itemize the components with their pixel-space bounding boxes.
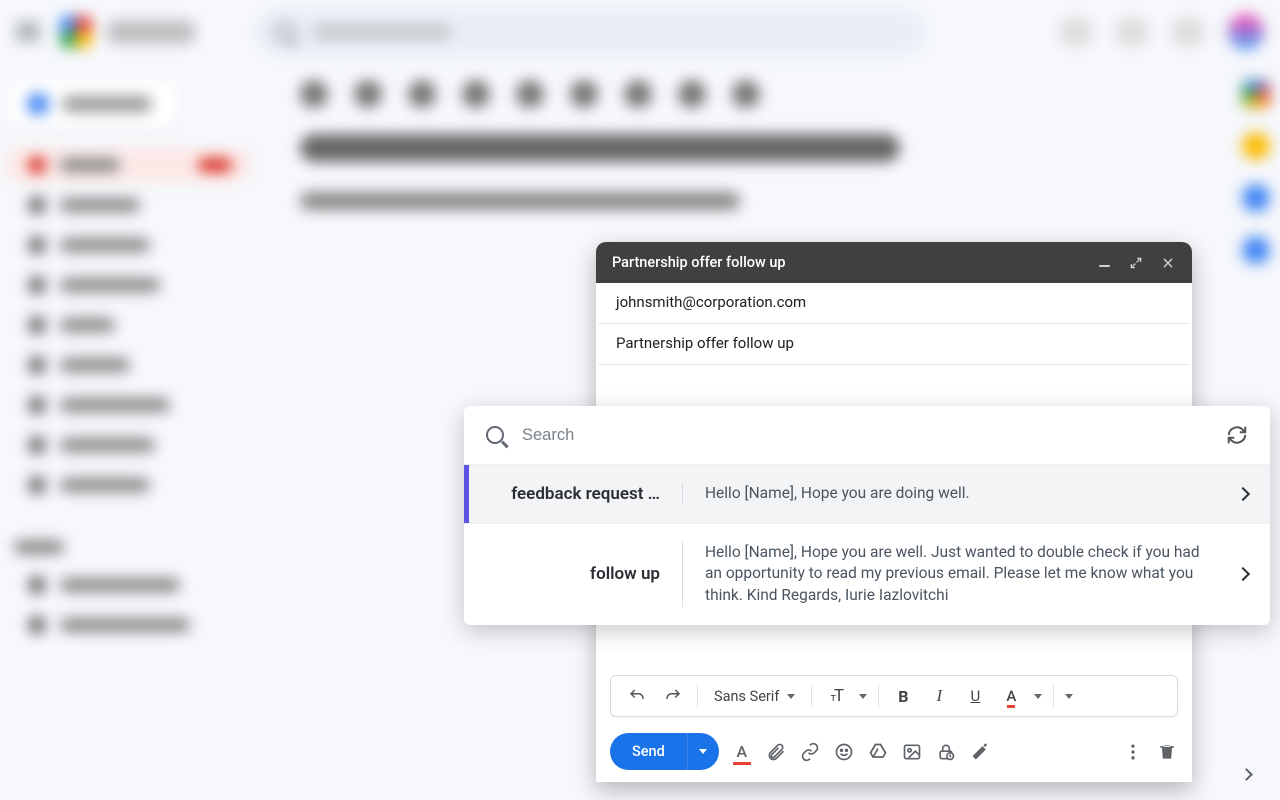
font-label: Sans Serif [714,688,779,705]
topbar [0,0,1280,64]
more-options-icon[interactable] [1122,741,1144,763]
avatar [1228,14,1264,50]
subject-field[interactable]: Partnership offer follow up [598,324,1190,365]
template-panel: feedback request … Hello [Name], Hope yo… [464,406,1270,625]
text-color-caret[interactable] [1031,681,1045,711]
sidebar [0,72,260,650]
template-item[interactable]: feedback request … Hello [Name], Hope yo… [464,464,1270,523]
attach-icon[interactable] [765,741,787,763]
underline-button[interactable]: U [959,681,991,711]
undo-button[interactable] [621,681,653,711]
compose-actions: Send A [596,727,1192,782]
font-select[interactable]: Sans Serif [706,688,803,705]
template-name: feedback request … [488,484,660,504]
more-format-caret[interactable] [1062,681,1076,711]
discard-icon[interactable] [1156,741,1178,763]
menu-icon [16,23,40,41]
template-preview: Hello [Name], Hope you are well. Just wa… [705,542,1216,607]
compose-button [8,80,178,128]
format-toggle-button[interactable]: A [731,741,753,763]
italic-button[interactable]: I [923,681,955,711]
fullscreen-icon[interactable] [1128,255,1144,271]
side-apps [1242,80,1270,264]
font-size-caret[interactable] [856,681,870,711]
template-item[interactable]: follow up Hello [Name], Hope you are wel… [464,523,1270,625]
template-preview: Hello [Name], Hope you are doing well. [705,483,1216,505]
format-toolbar: Sans Serif тT B I U A [610,675,1178,717]
text-color-button[interactable]: A [995,681,1027,711]
redo-button[interactable] [657,681,689,711]
gmail-logo [60,16,92,48]
template-search-row [464,406,1270,464]
search-icon [274,22,294,42]
compose-title: Partnership offer follow up [612,254,1080,271]
to-field[interactable]: johnsmith@corporation.com [598,283,1190,324]
confidential-icon[interactable] [935,741,957,763]
chevron-right-icon [1236,487,1250,501]
minimize-icon[interactable] [1096,255,1112,271]
compose-titlebar[interactable]: Partnership offer follow up [596,242,1192,283]
send-options-button[interactable] [687,733,719,770]
brand-text [106,20,196,44]
link-icon[interactable] [799,741,821,763]
template-search-input[interactable] [522,426,1208,445]
send-split-button: Send [610,733,719,770]
bold-button[interactable]: B [887,681,919,711]
signature-icon[interactable] [969,741,991,763]
drive-icon[interactable] [867,741,889,763]
font-size-button[interactable]: тT [820,681,852,711]
emoji-icon[interactable] [833,741,855,763]
template-name: follow up [488,564,660,584]
expand-chevron-icon[interactable] [1232,760,1260,788]
send-button[interactable]: Send [610,733,687,770]
thread-view [300,80,1240,210]
search-icon [486,426,504,444]
refresh-icon[interactable] [1226,424,1248,446]
close-icon[interactable] [1160,255,1176,271]
image-icon[interactable] [901,741,923,763]
chevron-right-icon [1236,567,1250,581]
global-search [256,9,926,55]
